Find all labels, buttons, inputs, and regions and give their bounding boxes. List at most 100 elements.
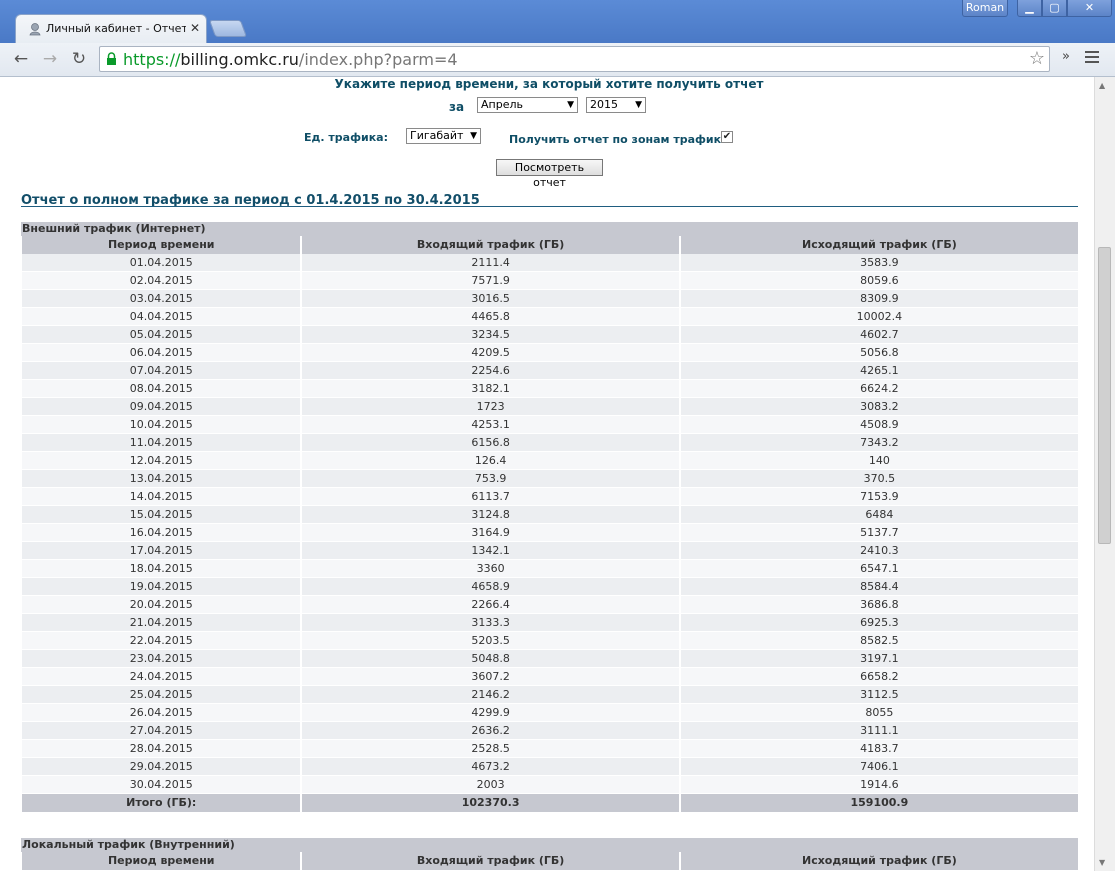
column-header-outgoing: Исходящий трафик (ГБ) <box>680 852 1078 870</box>
row-incoming: 4658.9 <box>302 578 679 596</box>
external-traffic-header: Внешний трафик (Интернет) <box>21 222 1078 236</box>
column-header-outgoing: Исходящий трафик (ГБ) <box>680 236 1078 254</box>
column-header-period: Период времени <box>22 236 301 254</box>
row-incoming: 4299.9 <box>302 704 679 722</box>
unit-select[interactable]: Гигабайт ▼ <box>406 128 481 144</box>
row-date: 20.04.2015 <box>22 596 301 614</box>
table-row: 02.04.2015 7571.9 8059.6 <box>22 272 1078 290</box>
window-controls: ▁ ▢ ✕ <box>1017 0 1112 18</box>
year-select[interactable]: 2015 ▼ <box>586 97 646 113</box>
row-date: 09.04.2015 <box>22 398 301 416</box>
table-row: 13.04.2015 753.9 370.5 <box>22 470 1078 488</box>
row-date: 29.04.2015 <box>22 758 301 776</box>
table-row: 12.04.2015 126.4 140 <box>22 452 1078 470</box>
table-row: 21.04.2015 3133.3 6925.3 <box>22 614 1078 632</box>
row-outgoing: 3083.2 <box>680 398 1078 416</box>
table-row: 30.04.2015 2003 1914.6 <box>22 776 1078 794</box>
menu-icon[interactable] <box>1085 51 1099 66</box>
row-incoming: 3164.9 <box>302 524 679 542</box>
page-viewport: Укажите период времени, за который хотит… <box>0 77 1094 871</box>
table-row: 01.04.2015 2111.4 3583.9 <box>22 254 1078 272</box>
row-incoming: 3016.5 <box>302 290 679 308</box>
table-row: 07.04.2015 2254.6 4265.1 <box>22 362 1078 380</box>
local-traffic-table: Период времени Входящий трафик (ГБ) Исхо… <box>22 852 1078 870</box>
chevron-down-icon: ▼ <box>567 100 574 110</box>
row-date: 16.04.2015 <box>22 524 301 542</box>
row-outgoing: 8582.5 <box>680 632 1078 650</box>
table-row: 04.04.2015 4465.8 10002.4 <box>22 308 1078 326</box>
profile-button[interactable]: Roman <box>962 0 1008 17</box>
row-outgoing: 3686.8 <box>680 596 1078 614</box>
table-row: 24.04.2015 3607.2 6658.2 <box>22 668 1078 686</box>
row-incoming: 2254.6 <box>302 362 679 380</box>
row-outgoing: 4508.9 <box>680 416 1078 434</box>
close-window-icon[interactable]: ✕ <box>1067 0 1112 17</box>
row-outgoing: 2410.3 <box>680 542 1078 560</box>
row-outgoing: 6658.2 <box>680 668 1078 686</box>
row-date: 10.04.2015 <box>22 416 301 434</box>
new-tab-button[interactable] <box>208 20 248 37</box>
table-header-row: Период времени Входящий трафик (ГБ) Исхо… <box>22 852 1078 870</box>
minimize-icon[interactable]: ▁ <box>1017 0 1042 17</box>
vertical-scrollbar[interactable]: ▲ ▼ <box>1094 77 1115 871</box>
forward-arrow-icon[interactable]: → <box>40 49 60 69</box>
address-bar[interactable]: https://billing.omkc.ru/index.php?parm=4… <box>99 46 1050 72</box>
row-date: 22.04.2015 <box>22 632 301 650</box>
row-date: 13.04.2015 <box>22 470 301 488</box>
lock-icon <box>107 52 116 65</box>
row-incoming: 2146.2 <box>302 686 679 704</box>
row-incoming: 6156.8 <box>302 434 679 452</box>
row-incoming: 4253.1 <box>302 416 679 434</box>
row-date: 07.04.2015 <box>22 362 301 380</box>
row-incoming: 3124.8 <box>302 506 679 524</box>
row-outgoing: 5137.7 <box>680 524 1078 542</box>
row-date: 23.04.2015 <box>22 650 301 668</box>
tab-close-icon[interactable]: ✕ <box>190 21 200 35</box>
row-incoming: 5203.5 <box>302 632 679 650</box>
row-outgoing: 3197.1 <box>680 650 1078 668</box>
row-incoming: 4673.2 <box>302 758 679 776</box>
table-row: 14.04.2015 6113.7 7153.9 <box>22 488 1078 506</box>
table-row: 29.04.2015 4673.2 7406.1 <box>22 758 1078 776</box>
row-outgoing: 1914.6 <box>680 776 1078 794</box>
row-incoming: 2528.5 <box>302 740 679 758</box>
row-incoming: 1723 <box>302 398 679 416</box>
row-outgoing: 6547.1 <box>680 560 1078 578</box>
column-header-incoming: Входящий трафик (ГБ) <box>302 236 679 254</box>
row-date: 25.04.2015 <box>22 686 301 704</box>
row-outgoing: 4183.7 <box>680 740 1078 758</box>
row-date: 28.04.2015 <box>22 740 301 758</box>
view-report-button[interactable]: Посмотреть отчет <box>496 159 603 189</box>
row-date: 06.04.2015 <box>22 344 301 362</box>
table-row: 19.04.2015 4658.9 8584.4 <box>22 578 1078 596</box>
scroll-down-icon[interactable]: ▼ <box>1099 858 1105 867</box>
column-header-period: Период времени <box>22 852 301 870</box>
scrollbar-thumb[interactable] <box>1098 247 1111 544</box>
browser-tab[interactable]: Личный кабинет - Отчет о ✕ <box>15 14 207 43</box>
row-outgoing: 7406.1 <box>680 758 1078 776</box>
scroll-up-icon[interactable]: ▲ <box>1099 81 1105 90</box>
row-outgoing: 7153.9 <box>680 488 1078 506</box>
row-date: 27.04.2015 <box>22 722 301 740</box>
month-select[interactable]: Апрель ▼ <box>477 97 578 113</box>
reload-icon[interactable]: ↻ <box>69 49 89 69</box>
maximize-icon[interactable]: ▢ <box>1042 0 1067 17</box>
row-date: 14.04.2015 <box>22 488 301 506</box>
user-favicon-icon <box>29 23 41 36</box>
chevron-down-icon: ▼ <box>635 100 642 110</box>
bookmark-star-icon[interactable]: ☆ <box>1029 48 1045 69</box>
row-incoming: 2636.2 <box>302 722 679 740</box>
row-outgoing: 5056.8 <box>680 344 1078 362</box>
row-outgoing: 3112.5 <box>680 686 1078 704</box>
period-title: Укажите период времени, за который хотит… <box>334 77 764 91</box>
table-row: 23.04.2015 5048.8 3197.1 <box>22 650 1078 668</box>
back-arrow-icon[interactable]: ← <box>11 49 31 69</box>
row-date: 15.04.2015 <box>22 506 301 524</box>
row-outgoing: 10002.4 <box>680 308 1078 326</box>
extensions-overflow-icon[interactable]: » <box>1062 49 1070 64</box>
table-row: 11.04.2015 6156.8 7343.2 <box>22 434 1078 452</box>
table-row: 25.04.2015 2146.2 3112.5 <box>22 686 1078 704</box>
zones-checkbox[interactable]: ✔ <box>721 131 733 143</box>
row-outgoing: 6484 <box>680 506 1078 524</box>
chevron-down-icon: ▼ <box>470 131 477 141</box>
